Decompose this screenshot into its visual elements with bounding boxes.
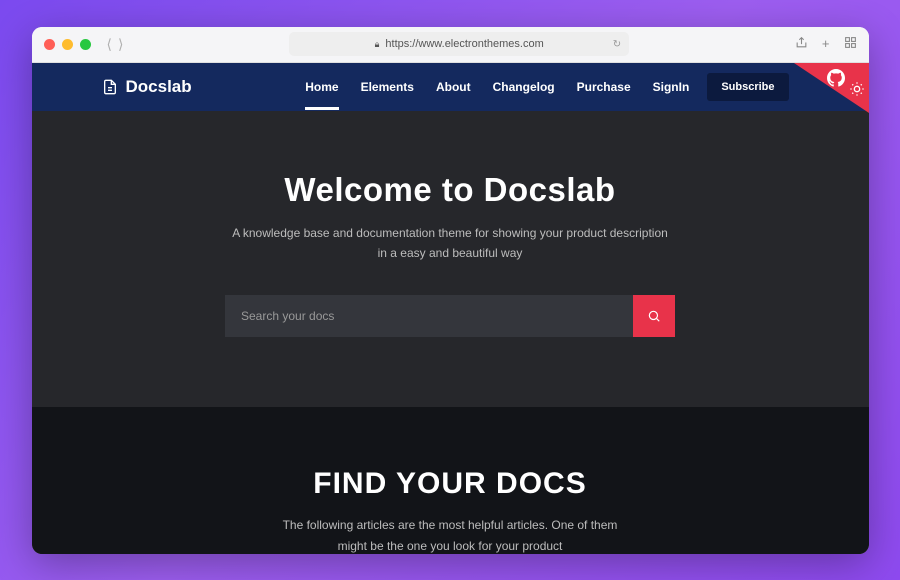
hero-title: Welcome to Docslab: [32, 171, 869, 209]
document-icon: [102, 79, 118, 95]
search-box: [225, 295, 675, 337]
search-button[interactable]: [633, 295, 675, 337]
maximize-window-button[interactable]: [80, 39, 91, 50]
corner-icons: [827, 67, 865, 97]
hero-section: Welcome to Docslab A knowledge base and …: [32, 111, 869, 408]
search-input[interactable]: [225, 295, 633, 337]
nav-link-home[interactable]: Home: [305, 64, 338, 110]
window-controls: [44, 39, 91, 50]
url-bar[interactable]: 🔒︎ https://www.electronthemes.com ↻: [289, 32, 629, 56]
subscribe-button[interactable]: Subscribe: [707, 73, 788, 101]
nav-link-elements[interactable]: Elements: [361, 64, 414, 110]
site-viewport: Docslab Home Elements About Changelog Pu…: [32, 63, 869, 554]
forward-button[interactable]: ⟩: [118, 36, 123, 53]
find-docs-title: FIND YOUR DOCS: [32, 467, 869, 501]
back-button[interactable]: ⟨: [107, 36, 112, 53]
find-docs-section: FIND YOUR DOCS The following articles ar…: [32, 407, 869, 553]
hero-subtitle: A knowledge base and documentation theme…: [32, 223, 869, 264]
nav-arrows: ⟨ ⟩: [107, 36, 124, 53]
site-navbar: Docslab Home Elements About Changelog Pu…: [32, 63, 869, 111]
new-tab-icon[interactable]: +: [822, 36, 830, 52]
brand[interactable]: Docslab: [102, 77, 192, 97]
nav-link-about[interactable]: About: [436, 64, 471, 110]
nav-link-purchase[interactable]: Purchase: [577, 64, 631, 110]
search-icon: [647, 309, 661, 323]
lock-icon: 🔒︎: [375, 39, 380, 50]
browser-toolbar: ⟨ ⟩ 🔒︎ https://www.electronthemes.com ↻ …: [32, 27, 869, 63]
github-icon[interactable]: [827, 69, 845, 87]
nav-link-changelog[interactable]: Changelog: [493, 64, 555, 110]
theme-toggle-icon[interactable]: [849, 81, 865, 97]
find-docs-subtitle: The following articles are the most help…: [32, 515, 869, 553]
brand-name: Docslab: [126, 77, 192, 97]
browser-actions: +: [795, 36, 857, 52]
tabs-grid-icon[interactable]: [844, 36, 857, 52]
reload-icon[interactable]: ↻: [613, 39, 621, 50]
close-window-button[interactable]: [44, 39, 55, 50]
share-icon[interactable]: [795, 36, 808, 52]
url-text: https://www.electronthemes.com: [385, 38, 543, 50]
minimize-window-button[interactable]: [62, 39, 73, 50]
nav-link-signin[interactable]: SignIn: [653, 64, 690, 110]
browser-window: ⟨ ⟩ 🔒︎ https://www.electronthemes.com ↻ …: [32, 27, 869, 554]
nav-links: Home Elements About Changelog Purchase S…: [305, 64, 689, 110]
